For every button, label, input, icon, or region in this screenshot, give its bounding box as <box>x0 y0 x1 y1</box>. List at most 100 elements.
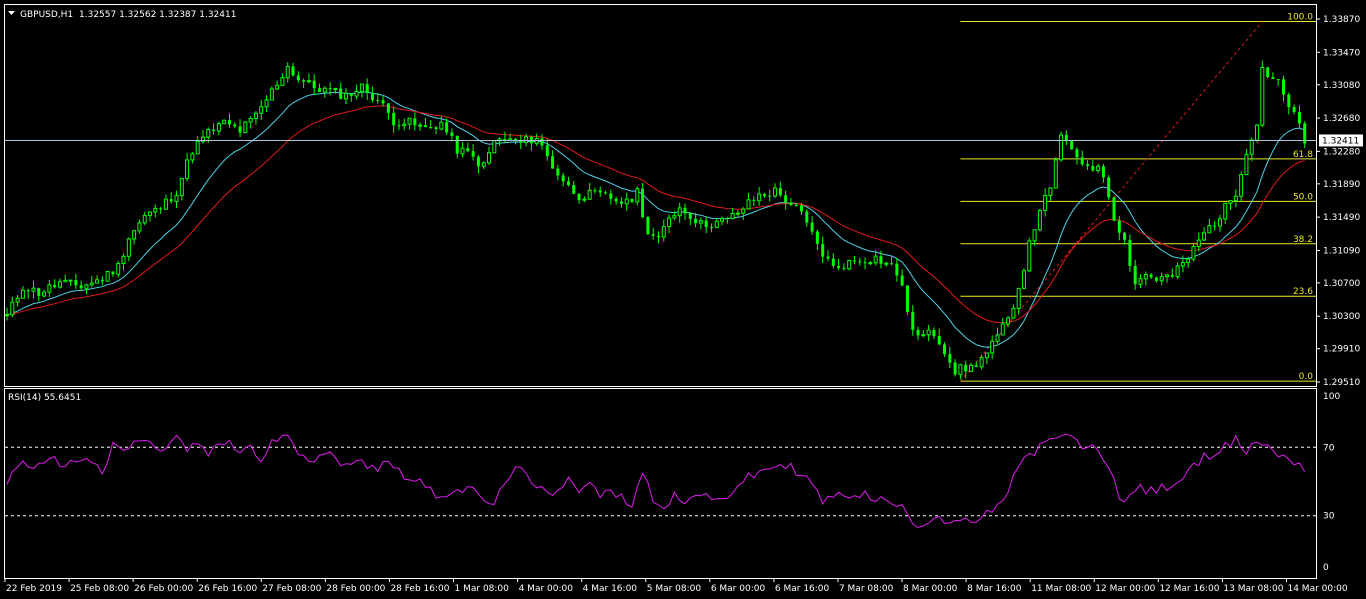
time-tick-label: 26 Feb 00:00 <box>134 584 193 594</box>
candle-body <box>1170 274 1174 277</box>
time-tick-label: 1 Mar 08:00 <box>455 584 510 594</box>
candle-body <box>153 207 158 213</box>
candle-body <box>911 311 915 330</box>
time-tick-label: 6 Mar 16:00 <box>775 584 830 594</box>
candle-body <box>206 129 211 138</box>
candle-body <box>460 147 465 155</box>
candle-body <box>89 282 94 286</box>
candle-body <box>741 208 746 214</box>
candle-body <box>15 297 20 303</box>
candle-body <box>630 199 634 202</box>
candle-body <box>1271 77 1275 80</box>
candle-body <box>359 83 364 92</box>
candle-body <box>105 270 110 282</box>
candle-body <box>492 140 497 154</box>
candle-body <box>730 212 735 220</box>
candle-body <box>1213 225 1217 227</box>
candle-body <box>635 188 640 203</box>
candle-body <box>800 205 804 212</box>
rsi-label: RSI(14) 55.6451 <box>8 393 81 403</box>
candle-body <box>450 132 454 136</box>
candle-body <box>418 124 423 127</box>
candle-body <box>709 227 713 229</box>
candle-body <box>1053 159 1058 189</box>
candle-body <box>37 288 41 296</box>
candle-body <box>826 256 830 259</box>
candle-body <box>757 193 762 202</box>
candle-body <box>1133 265 1137 285</box>
candle-body <box>74 280 78 286</box>
candle-body <box>471 151 475 157</box>
candle-body <box>752 199 756 201</box>
candle-body <box>402 123 407 127</box>
candle-body <box>651 234 655 236</box>
candle-body <box>1101 166 1105 178</box>
candle-body <box>238 126 242 133</box>
candle-body <box>291 66 295 76</box>
candle-body <box>137 222 142 232</box>
candle-body <box>614 198 618 202</box>
candle-body <box>868 262 873 265</box>
candle-body <box>746 199 751 210</box>
candle-body <box>185 159 190 179</box>
candle-body <box>47 284 52 293</box>
candle-body <box>688 213 692 219</box>
fib-level-label: 0.0 <box>1299 372 1314 382</box>
candle-body <box>1207 225 1212 234</box>
candle-body <box>953 362 957 375</box>
candle-body <box>57 281 62 288</box>
candle-body <box>852 260 856 262</box>
symbol-label: GBPUSD,H1 <box>20 10 73 20</box>
candle-body <box>1027 240 1032 272</box>
candle-body <box>778 187 782 196</box>
candle-body <box>1016 287 1021 309</box>
candle-body <box>1000 323 1005 336</box>
candle-body <box>481 162 486 167</box>
fib-level-label: 50.0 <box>1293 192 1313 202</box>
candle-body <box>842 267 846 269</box>
rsi-tick-label: 70 <box>1323 443 1335 453</box>
candle-body <box>111 271 115 275</box>
price-tick-label: 1.32680 <box>1323 114 1360 124</box>
candle-body <box>810 222 814 232</box>
time-tick-label: 12 Mar 16:00 <box>1159 584 1219 594</box>
trading-chart[interactable]: 100.0 61.8 50.0 38.2 23.6 0.0 1.32411 1.33870… <box>0 0 1366 599</box>
candle-body <box>831 258 835 266</box>
candle-body <box>285 65 290 79</box>
candle-body <box>1154 277 1158 281</box>
candle-body <box>979 357 984 368</box>
candle-body <box>429 127 433 129</box>
candle-body <box>63 279 68 283</box>
price-tick-label: 1.29910 <box>1323 345 1360 355</box>
candle-body <box>551 156 555 169</box>
candle-body <box>1096 165 1101 171</box>
candle-body <box>169 199 173 202</box>
candle-body <box>837 265 841 268</box>
candle-body <box>958 364 963 375</box>
candle-body <box>1143 274 1148 280</box>
price-tick-label: 1.31490 <box>1323 213 1360 223</box>
current-price-tag-label: 1.32411 <box>1322 136 1359 146</box>
candle-body <box>227 120 231 125</box>
candle-body <box>318 88 322 92</box>
price-tick-label: 1.29510 <box>1323 378 1360 388</box>
candle-body <box>735 212 740 215</box>
candle-body <box>1233 195 1238 202</box>
candle-body <box>159 208 163 210</box>
candle-body <box>333 88 338 91</box>
price-tick-label: 1.31090 <box>1323 246 1360 256</box>
candle-body <box>619 201 623 204</box>
candle-body <box>1260 66 1265 126</box>
candle-body <box>365 84 369 94</box>
candle-body <box>561 175 565 182</box>
candle-body <box>269 88 274 101</box>
candle-body <box>322 87 327 93</box>
candle-body <box>873 255 878 264</box>
time-tick-label: 11 Mar 08:00 <box>1031 584 1091 594</box>
rsi-tick-label: 100 <box>1323 392 1340 402</box>
candle-body <box>895 263 899 276</box>
candle-body <box>572 184 576 194</box>
candle-body <box>42 291 47 297</box>
candle-body <box>1282 79 1286 95</box>
candle-body <box>439 121 444 130</box>
